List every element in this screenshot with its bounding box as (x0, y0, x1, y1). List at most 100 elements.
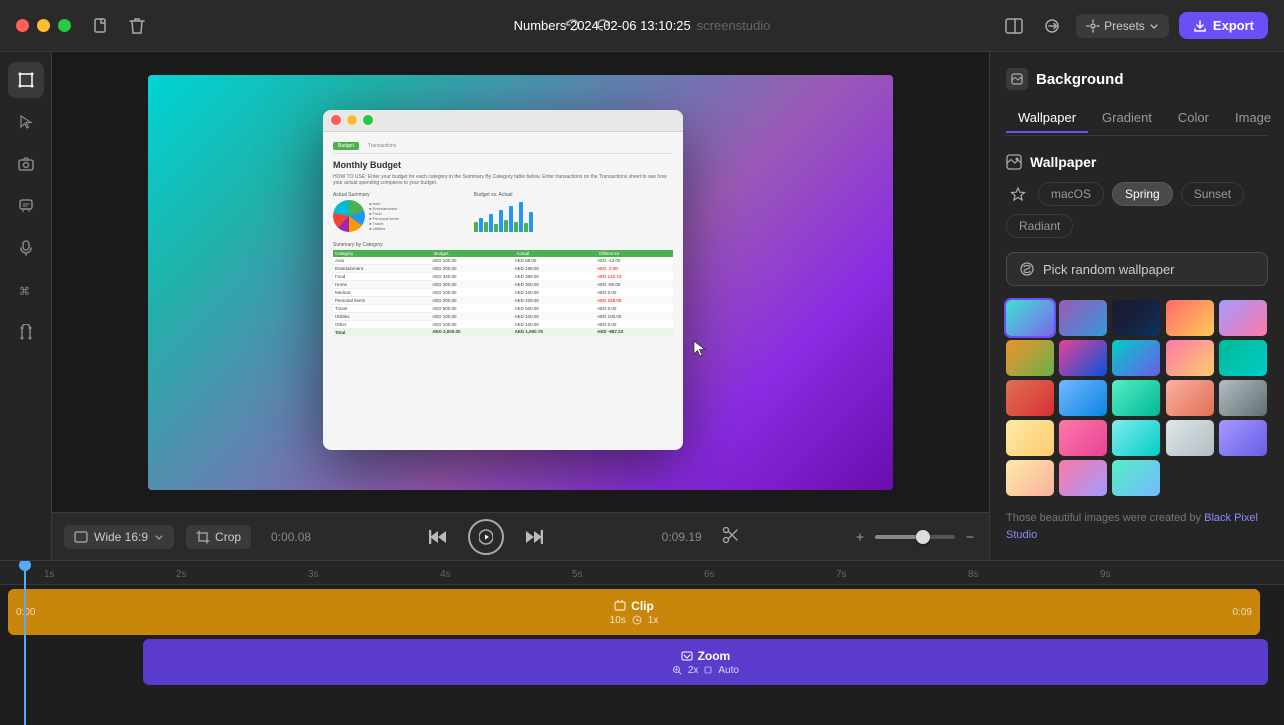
wallpaper-thumb-8[interactable] (1112, 340, 1160, 376)
zoom-thumb[interactable] (916, 530, 930, 544)
filter-sunset[interactable]: Sunset (1181, 182, 1244, 206)
clip-track[interactable]: 0:00 Clip 10s 1x 0:09 (8, 589, 1260, 635)
ruler-mark-6s: 6s (704, 569, 715, 580)
wallpaper-thumb-12[interactable] (1059, 380, 1107, 416)
presets-button[interactable]: Presets (1076, 14, 1169, 38)
zoom-meta: 2x Auto (672, 665, 739, 676)
wallpaper-thumb-1[interactable] (1006, 300, 1054, 336)
filter-macos[interactable]: macOS (1038, 182, 1104, 206)
ruler-mark-2s: 2s (176, 569, 187, 580)
aspect-label: Wide 16:9 (94, 530, 148, 544)
skip-forward-button[interactable] (520, 523, 548, 551)
credit-text: Those beautiful images were created by B… (1006, 510, 1268, 543)
playhead (24, 561, 26, 725)
play-button[interactable] (468, 519, 504, 555)
tab-color[interactable]: Color (1166, 104, 1221, 133)
wallpaper-thumb-19[interactable] (1166, 420, 1214, 456)
cursor2-tool-button[interactable] (8, 314, 44, 350)
mac-close-dot (331, 115, 341, 125)
file-icon[interactable] (87, 12, 115, 40)
wallpaper-thumb-21[interactable] (1006, 460, 1054, 496)
tab-image[interactable]: Image (1223, 104, 1283, 133)
background-section-title: Background (1006, 68, 1268, 90)
timeline-tracks: 0:00 Clip 10s 1x 0:09 (0, 585, 1284, 689)
export-button[interactable]: Export (1179, 12, 1268, 39)
shortcut-tool-button[interactable]: ⌘ (8, 272, 44, 308)
wallpaper-thumb-16[interactable] (1006, 420, 1054, 456)
main-area: ⌘ (0, 52, 1284, 560)
crop-button[interactable]: Crop (186, 525, 251, 549)
layout-icon[interactable] (1000, 12, 1028, 40)
wallpaper-thumb-2[interactable] (1059, 300, 1107, 336)
skip-back-button[interactable] (424, 523, 452, 551)
background-icon (1006, 68, 1028, 90)
close-button[interactable] (16, 19, 29, 32)
wallpaper-thumb-6[interactable] (1006, 340, 1054, 376)
canvas-area: Budget Transactions Monthly Budget HOW T… (52, 52, 989, 560)
zoom-slider (853, 530, 977, 544)
background-title: Background (1036, 71, 1124, 88)
random-wallpaper-button[interactable]: Pick random wallpaper (1006, 252, 1268, 286)
tab-wallpaper[interactable]: Wallpaper (1006, 104, 1088, 133)
aspect-selector[interactable]: Wide 16:9 (64, 525, 174, 549)
mac-window-titlebar (323, 110, 683, 132)
filter-radiant[interactable]: Radiant (1006, 214, 1073, 238)
wallpaper-section-title: Wallpaper (1006, 154, 1268, 170)
playback-controls (424, 519, 548, 555)
wallpaper-section-label: Wallpaper (1030, 154, 1096, 170)
wallpaper-thumb-5[interactable] (1219, 300, 1267, 336)
cut-icon[interactable] (722, 526, 740, 547)
toolbar-row: Wide 16:9 Crop 0:00.08 (52, 512, 989, 560)
wallpaper-thumb-20[interactable] (1219, 420, 1267, 456)
zoom-track-clip[interactable]: Zoom 2x Auto (143, 639, 1268, 685)
svg-text:⌘: ⌘ (19, 286, 30, 297)
wallpaper-filter-row: macOS Spring Sunset Radiant (1006, 182, 1268, 238)
random-wallpaper-label: Pick random wallpaper (1043, 262, 1175, 277)
export-label: Export (1213, 18, 1254, 33)
ruler-mark-3s: 3s (308, 569, 319, 580)
left-toolbar: ⌘ (0, 52, 52, 560)
mac-max-dot (363, 115, 373, 125)
wallpaper-thumb-11[interactable] (1006, 380, 1054, 416)
wallpaper-thumb-7[interactable] (1059, 340, 1107, 376)
select-tool-button[interactable] (8, 62, 44, 98)
mac-window-content: Budget Transactions Monthly Budget HOW T… (323, 132, 683, 450)
clip-label: Clip (614, 599, 654, 613)
time-start: 0:00.08 (271, 530, 311, 544)
wallpaper-thumb-15[interactable] (1219, 380, 1267, 416)
wallpaper-thumb-13[interactable] (1112, 380, 1160, 416)
camera-tool-button[interactable] (8, 146, 44, 182)
wallpaper-thumb-23[interactable] (1112, 460, 1160, 496)
wallpaper-thumb-9[interactable] (1166, 340, 1214, 376)
titlebar-right: Presets Export (1000, 12, 1268, 40)
filter-star-icon[interactable] (1006, 182, 1030, 206)
speech-tool-button[interactable] (8, 188, 44, 224)
cursor-tool-button[interactable] (8, 104, 44, 140)
wallpaper-thumb-4[interactable] (1166, 300, 1214, 336)
minimize-button[interactable] (37, 19, 50, 32)
share-icon[interactable] (1038, 12, 1066, 40)
wallpaper-thumb-22[interactable] (1059, 460, 1107, 496)
mac-window-mockup: Budget Transactions Monthly Budget HOW T… (323, 110, 683, 450)
title-main: Numbers 2024-02-06 13:10:25 (514, 18, 691, 33)
window-controls (16, 19, 71, 32)
credit-prefix: Those beautiful images were created by (1006, 512, 1201, 524)
wallpaper-thumb-18[interactable] (1112, 420, 1160, 456)
ruler-mark-5s: 5s (572, 569, 583, 580)
tab-gradient[interactable]: Gradient (1090, 104, 1164, 133)
title-sub: screenstudio (697, 18, 771, 33)
wallpaper-thumb-10[interactable] (1219, 340, 1267, 376)
maximize-button[interactable] (58, 19, 71, 32)
mac-subtitle: HOW TO USE: Enter your budget for each c… (333, 174, 673, 186)
ruler-mark-7s: 7s (836, 569, 847, 580)
trash-icon[interactable] (123, 12, 151, 40)
zoom-track[interactable] (875, 535, 955, 539)
preview-container: Budget Transactions Monthly Budget HOW T… (52, 52, 989, 512)
wallpaper-thumb-14[interactable] (1166, 380, 1214, 416)
filter-spring[interactable]: Spring (1112, 182, 1173, 206)
wallpaper-thumb-17[interactable] (1059, 420, 1107, 456)
wallpaper-thumb-3[interactable] (1112, 300, 1160, 336)
audio-tool-button[interactable] (8, 230, 44, 266)
time-end: 0:09.19 (662, 530, 702, 544)
zoom-label: Zoom (681, 649, 731, 663)
